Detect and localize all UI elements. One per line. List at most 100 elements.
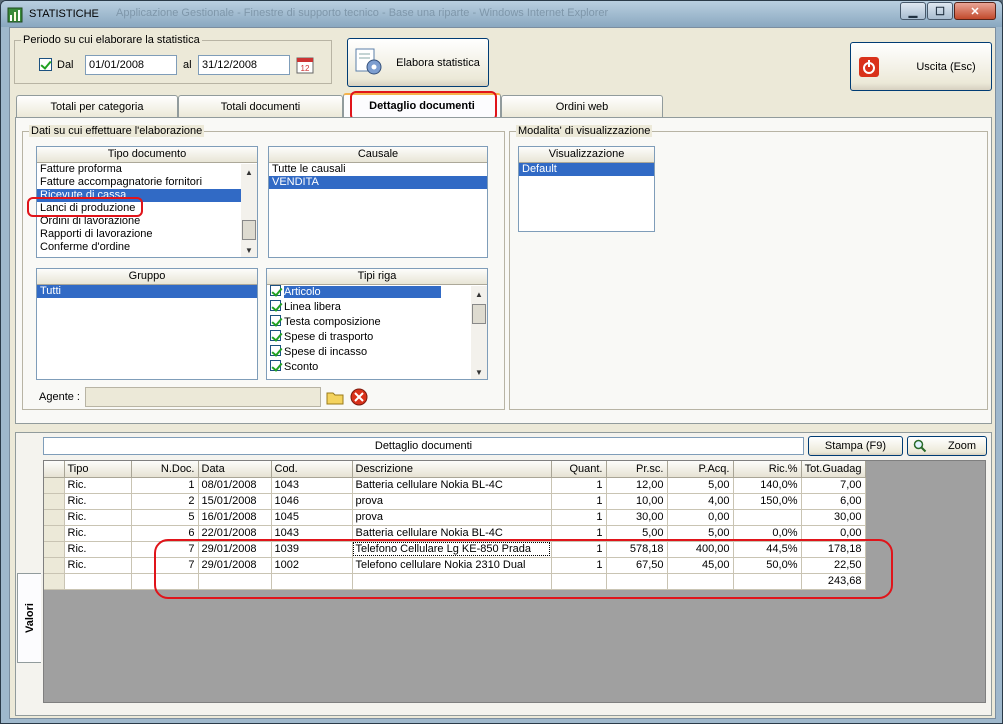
checkbox[interactable] (270, 360, 281, 371)
tipo-documento-list[interactable]: Tipo documento Fatture proforma Fatture a… (36, 146, 258, 258)
tab-totali-documenti[interactable]: Totali documenti (178, 95, 343, 117)
table-cell: 67,50 (606, 557, 668, 574)
row-indicator[interactable] (44, 477, 65, 494)
tipi-riga-list[interactable]: Tipi riga Articolo Linea libera Testa comp… (266, 268, 488, 380)
tipo-scrollbar[interactable]: ▲ ▼ (241, 164, 257, 257)
checkbox[interactable] (270, 345, 281, 356)
list-item[interactable]: Conferme d'ordine (37, 241, 257, 254)
row-indicator[interactable] (44, 493, 65, 510)
table-row[interactable]: Ric. 6 22/01/2008 1043 Batteria cellulare No… (44, 525, 866, 542)
list-item[interactable]: Rapporti di lavorazione (37, 228, 257, 241)
tab-totali-per-categoria[interactable]: Totali per categoria (16, 95, 178, 117)
results-grid[interactable]: Tipo N.Doc. Data Cod. Descrizione Quant. Pr.sc… (43, 460, 986, 703)
table-cell: 29/01/2008 (198, 557, 272, 574)
row-indicator-header (44, 461, 65, 478)
list-item-label: Lanci di produzione (40, 202, 136, 214)
from-date-field[interactable]: 01/01/2008 (85, 55, 177, 75)
list-item[interactable]: Lanci di produzione (37, 202, 257, 215)
minimize-button[interactable]: ▁ (900, 2, 926, 20)
period-checkbox[interactable] (39, 58, 52, 71)
filters-panel: Dati su cui effettuare l'elaborazione Ti… (15, 117, 992, 424)
folder-icon[interactable] (325, 387, 345, 407)
checkbox[interactable] (270, 315, 281, 326)
minimize-icon: ▁ (908, 5, 918, 18)
table-cell: 12,00 (606, 477, 668, 494)
list-item[interactable]: Tutti (37, 285, 257, 298)
table-row[interactable]: Ric. 7 29/01/2008 1039 Telefono Cellulare Lg… (44, 541, 866, 558)
scroll-up-icon[interactable]: ▲ (241, 164, 257, 180)
list-item[interactable]: Spese di trasporto (267, 330, 487, 345)
table-row[interactable]: Ric. 5 16/01/2008 1045 prova 1 30,00 0,00 30,00 (44, 509, 866, 526)
table-cell: 08/01/2008 (198, 477, 272, 494)
calendar-icon[interactable]: 12 (295, 55, 315, 75)
scroll-down-icon[interactable]: ▼ (241, 242, 257, 257)
row-indicator[interactable] (44, 541, 65, 558)
row-indicator[interactable] (44, 525, 65, 542)
close-button[interactable]: ✕ (954, 2, 996, 20)
list-item[interactable]: Articolo (267, 285, 487, 300)
list-item[interactable]: Fatture proforma (37, 163, 257, 176)
column-header[interactable]: P.Acq. (667, 461, 734, 478)
filters-legend: Dati su cui effettuare l'elaborazione (29, 125, 205, 137)
tab-valori[interactable]: Valori (17, 573, 41, 663)
zoom-button[interactable]: Zoom (907, 436, 987, 456)
tipi-riga-header: Tipi riga (267, 269, 487, 285)
list-item[interactable]: Sconto (267, 360, 487, 375)
causale-list[interactable]: Causale Tutte le causali VENDITA (268, 146, 488, 258)
column-header[interactable]: Cod. (271, 461, 353, 478)
scroll-thumb[interactable] (472, 304, 486, 324)
checkbox[interactable] (270, 300, 281, 311)
column-header[interactable]: Pr.sc. (606, 461, 668, 478)
column-header[interactable]: Data (198, 461, 272, 478)
table-row[interactable]: Ric. 1 08/01/2008 1043 Batteria cellulare No… (44, 477, 866, 494)
stampa-button[interactable]: Stampa (F9) (808, 436, 903, 456)
clear-icon[interactable] (349, 387, 369, 407)
column-header[interactable]: Tot.Guadag (801, 461, 866, 478)
window-title: STATISTICHE (29, 8, 99, 20)
row-indicator[interactable] (44, 557, 65, 574)
column-header[interactable]: Tipo (64, 461, 132, 478)
column-header[interactable]: Ric.% (733, 461, 802, 478)
list-item[interactable]: Fatture accompagnatorie fornitori (37, 176, 257, 189)
table-cell: 4,00 (667, 493, 734, 510)
maximize-button[interactable]: ☐ (927, 2, 953, 20)
exit-button[interactable]: Uscita (Esc) (850, 42, 992, 91)
column-header[interactable]: Descrizione (352, 461, 552, 478)
scroll-down-icon[interactable]: ▼ (471, 364, 487, 379)
checkbox[interactable] (270, 285, 281, 296)
table-cell (551, 573, 607, 590)
scroll-thumb[interactable] (242, 220, 256, 240)
list-item[interactable]: Tutte le causali (269, 163, 487, 176)
table-cell: Batteria cellulare Nokia BL-4C (352, 525, 552, 542)
table-cell: 10,00 (606, 493, 668, 510)
list-item[interactable]: Spese di incasso (267, 345, 487, 360)
list-item[interactable]: VENDITA (269, 176, 487, 189)
list-item[interactable]: Ricevute di cassa (37, 189, 257, 202)
table-row[interactable]: Ric. 7 29/01/2008 1002 Telefono cellulare No… (44, 557, 866, 574)
list-item[interactable]: Default (519, 163, 654, 176)
table-cell: 5 (131, 509, 199, 526)
list-item[interactable]: Linea libera (267, 300, 487, 315)
table-row[interactable]: Ric. 2 15/01/2008 1046 prova 1 10,00 4,00 150,0%… (44, 493, 866, 510)
agente-field[interactable] (85, 387, 321, 407)
table-cell: 178,18 (801, 541, 866, 558)
scroll-up-icon[interactable]: ▲ (471, 286, 487, 302)
table-cell: 6,00 (801, 493, 866, 510)
list-item[interactable]: Ordini di lavorazione (37, 215, 257, 228)
tab-dettaglio-documenti[interactable]: Dettaglio documenti (343, 93, 501, 117)
gruppo-list[interactable]: Gruppo Tutti (36, 268, 258, 380)
checkbox[interactable] (270, 330, 281, 341)
tab-ordini-web[interactable]: Ordini web (501, 95, 663, 117)
table-cell: prova (352, 493, 552, 510)
elabora-statistica-button[interactable]: Elabora statistica (347, 38, 489, 87)
list-item[interactable]: Testa composizione (267, 315, 487, 330)
to-date-field[interactable]: 31/12/2008 (198, 55, 290, 75)
column-header[interactable]: N.Doc. (131, 461, 199, 478)
table-cell: 6 (131, 525, 199, 542)
row-indicator[interactable] (44, 509, 65, 526)
tipi-riga-scrollbar[interactable]: ▲ ▼ (471, 286, 487, 379)
visualizzazione-list[interactable]: Visualizzazione Default (518, 146, 655, 232)
column-header[interactable]: Quant. (551, 461, 607, 478)
zoom-icon (913, 439, 927, 453)
list-item-label: Testa composizione (284, 316, 381, 328)
